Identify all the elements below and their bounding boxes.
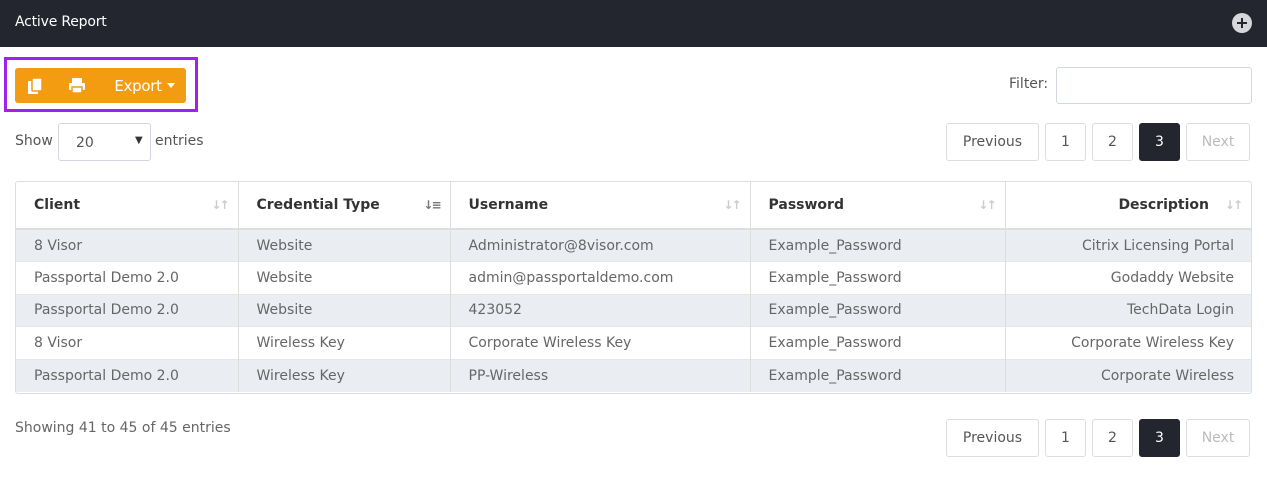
table-row[interactable]: 8 Visor Wireless Key Corporate Wireless … (16, 326, 1251, 359)
page-2-button[interactable]: 2 (1092, 419, 1133, 457)
filter-input[interactable] (1056, 67, 1252, 104)
cell-username: PP-Wireless (450, 358, 751, 392)
table-info: Showing 41 to 45 of 45 entries (15, 420, 231, 436)
cell-username: Corporate Wireless Key (450, 326, 751, 359)
next-button[interactable]: Next (1186, 419, 1250, 457)
cell-credential-type: Wireless Key (238, 326, 451, 359)
page-1-button[interactable]: 1 (1045, 123, 1086, 161)
column-label: Username (468, 197, 549, 213)
sort-icon: ↓↑ (978, 198, 996, 212)
expand-icon[interactable] (1232, 13, 1252, 33)
chevron-down-icon: ▼ (135, 135, 143, 146)
export-button[interactable]: Export (99, 68, 186, 103)
cell-credential-type: Wireless Key (238, 358, 451, 392)
column-label: Password (768, 197, 844, 213)
cell-client: Passportal Demo 2.0 (16, 358, 239, 392)
cell-client: Passportal Demo 2.0 (16, 293, 239, 327)
pagination-top: Previous 1 2 3 Next (946, 123, 1250, 161)
cell-username: admin@passportaldemo.com (450, 261, 751, 294)
cell-description: Corporate Wireless Key (1005, 326, 1251, 359)
table-row[interactable]: Passportal Demo 2.0 Website admin@passpo… (16, 261, 1251, 294)
column-header-password[interactable]: Password ↓↑ (750, 182, 1006, 230)
sort-icon: ↓↑ (723, 198, 741, 212)
export-label: Export (114, 76, 162, 95)
page-3-button[interactable]: 3 (1139, 419, 1180, 457)
entries-select-value: 20 (76, 135, 94, 151)
credentials-table: Client ↓↑ Credential Type ↓≡ Username ↓↑ Pa… (15, 181, 1252, 394)
cell-username: Administrator@8visor.com (450, 228, 751, 262)
column-header-credential-type[interactable]: Credential Type ↓≡ (238, 182, 451, 230)
sort-icon: ↓↑ (211, 198, 229, 212)
cell-credential-type: Website (238, 261, 451, 294)
entries-label: entries (155, 133, 204, 149)
next-button[interactable]: Next (1186, 123, 1250, 161)
caret-down-icon (166, 83, 175, 88)
page-2-button[interactable]: 2 (1092, 123, 1133, 161)
print-icon (69, 78, 85, 94)
column-header-client[interactable]: Client ↓↑ (16, 182, 239, 230)
table-row[interactable]: 8 Visor Website Administrator@8visor.com… (16, 228, 1251, 262)
title-bar: Active Report (0, 0, 1267, 47)
page-1-button[interactable]: 1 (1045, 419, 1086, 457)
pagination-bottom: Previous 1 2 3 Next (946, 419, 1250, 457)
page-3-button[interactable]: 3 (1139, 123, 1180, 161)
copy-icon (28, 76, 43, 94)
sort-icon: ↓↑ (1224, 198, 1243, 212)
show-label: Show (15, 133, 53, 149)
column-label: Client (34, 197, 81, 213)
cell-credential-type: Website (238, 293, 451, 327)
cell-client: 8 Visor (16, 326, 239, 359)
cell-username: 423052 (450, 293, 751, 327)
cell-credential-type: Website (238, 228, 451, 262)
column-header-username[interactable]: Username ↓↑ (450, 182, 751, 230)
window-title: Active Report (15, 14, 107, 30)
table-row[interactable]: Passportal Demo 2.0 Website 423052 Examp… (16, 293, 1251, 327)
cell-client: Passportal Demo 2.0 (16, 261, 239, 294)
sort-ascending-icon: ↓≡ (423, 198, 441, 212)
cell-password: Example_Password (750, 358, 1006, 392)
cell-description: Godaddy Website (1005, 261, 1251, 294)
previous-button[interactable]: Previous (946, 419, 1039, 457)
cell-client: 8 Visor (16, 228, 239, 262)
cell-description: Citrix Licensing Portal (1005, 228, 1251, 262)
filter-label: Filter: (1009, 76, 1049, 92)
copy-button[interactable] (15, 68, 55, 103)
entries-select[interactable]: 20 ▼ (58, 123, 151, 161)
column-header-description[interactable]: Description ↓↑ (1005, 182, 1251, 230)
column-label: Description (1118, 197, 1209, 213)
cell-password: Example_Password (750, 293, 1006, 327)
cell-password: Example_Password (750, 326, 1006, 359)
cell-description: Corporate Wireless (1005, 358, 1251, 392)
table-row[interactable]: Passportal Demo 2.0 Wireless Key PP-Wire… (16, 358, 1251, 392)
previous-button[interactable]: Previous (946, 123, 1039, 161)
table-header-row: Client ↓↑ Credential Type ↓≡ Username ↓↑ Pa… (16, 182, 1251, 230)
column-label: Credential Type (256, 197, 380, 213)
export-button-group: Export (15, 68, 186, 103)
cell-password: Example_Password (750, 228, 1006, 262)
cell-password: Example_Password (750, 261, 1006, 294)
cell-description: TechData Login (1005, 293, 1251, 327)
print-button[interactable] (55, 68, 99, 103)
